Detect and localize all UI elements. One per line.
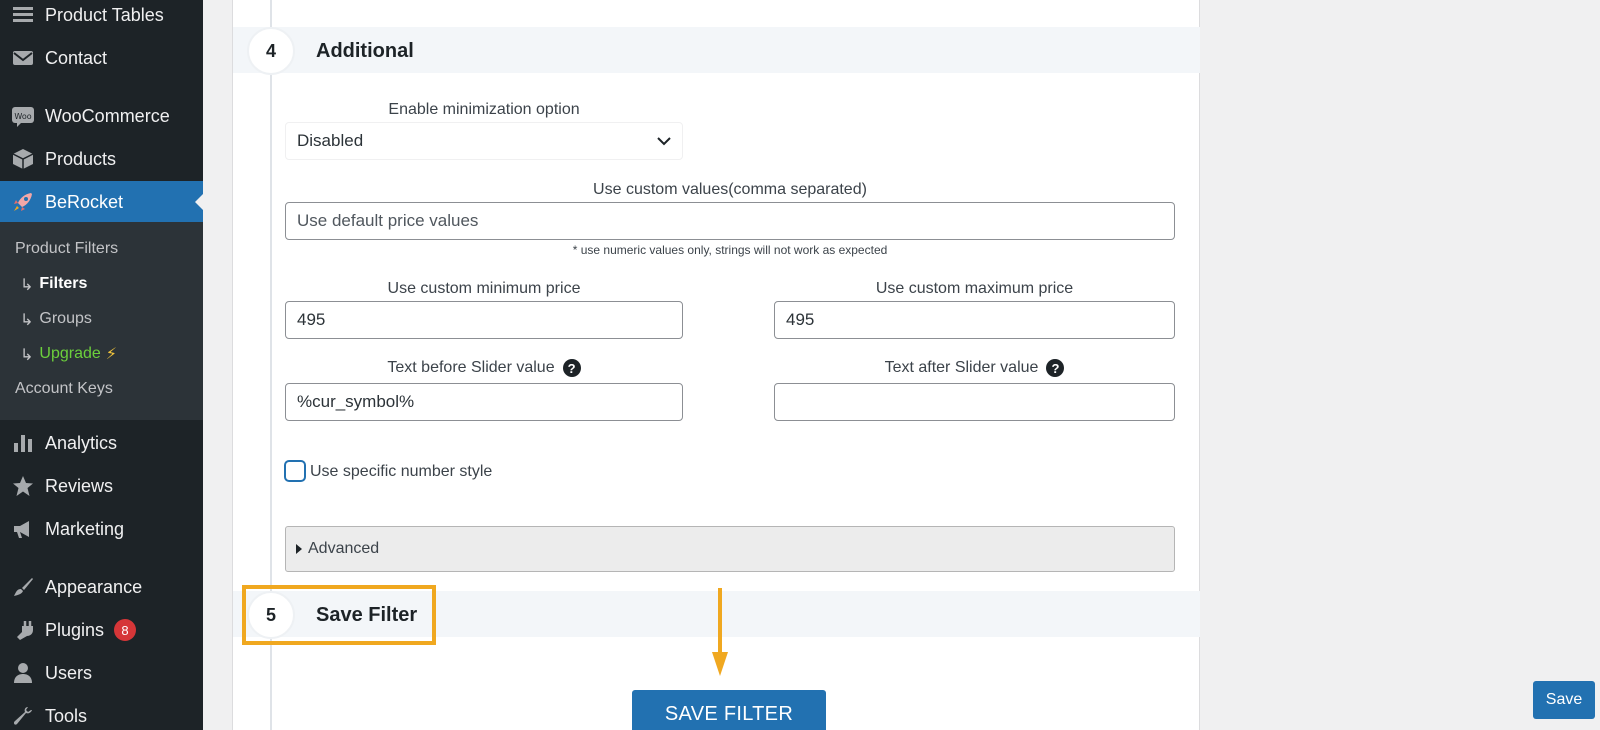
help-icon[interactable]: ?: [1046, 359, 1065, 377]
text-after-label: Text after Slider value: [884, 359, 1039, 377]
text-before-label-row: Text before Slider value?: [285, 359, 683, 377]
menu-label: WooCommerce: [45, 105, 170, 126]
advanced-toggle[interactable]: Advanced: [285, 526, 1175, 572]
menu-label: Analytics: [45, 432, 118, 453]
min-price-input[interactable]: 495: [285, 301, 683, 339]
text-before-label: Text before Slider value: [387, 359, 555, 377]
submenu-account-keys[interactable]: Account Keys: [15, 377, 113, 401]
menu-item-users[interactable]: Users: [0, 652, 203, 694]
custom-values-input[interactable]: Use default price values: [285, 202, 1175, 240]
number-style-checkbox[interactable]: [284, 460, 306, 482]
caret-right-icon: [296, 544, 302, 554]
submenu-label: Upgrade: [39, 345, 101, 362]
menu-label: Reviews: [45, 475, 114, 496]
svg-text:Woo: Woo: [14, 112, 31, 121]
menu-item-reviews[interactable]: Reviews: [0, 465, 203, 507]
submenu-label: Filters: [39, 275, 88, 292]
menu-label: Product Tables: [45, 4, 164, 25]
minimization-value: Disabled: [297, 131, 364, 150]
min-price-label: Use custom minimum price: [387, 280, 581, 297]
submenu-groups[interactable]: ↳ Groups: [20, 307, 92, 331]
max-price-input[interactable]: 495: [774, 301, 1175, 339]
menu-label: Appearance: [45, 576, 143, 597]
submenu-label: Account Keys: [15, 380, 113, 397]
submenu-label: Groups: [39, 310, 92, 327]
lightning-icon: ⚡: [105, 346, 118, 363]
menu-label: Tools: [45, 705, 88, 726]
text-after-label-row: Text after Slider value?: [774, 359, 1175, 377]
custom-values-note: * use numeric values only, strings will …: [572, 243, 888, 257]
text-after-input[interactable]: [774, 383, 1175, 421]
number-style-label[interactable]: Use specific number style: [310, 463, 492, 481]
menu-item-appearance[interactable]: Appearance: [0, 566, 203, 608]
submenu-filters[interactable]: ↳ Filters: [20, 272, 87, 296]
plugins-update-badge: 8: [114, 619, 137, 641]
custom-values-placeholder: Use default price values: [297, 211, 479, 230]
min-price-value: 495: [297, 310, 326, 329]
max-price-label: Use custom maximum price: [875, 280, 1074, 297]
box-icon: [11, 147, 35, 171]
text-before-input[interactable]: %cur_symbol%: [285, 383, 683, 421]
max-price-value: 495: [786, 310, 815, 329]
arrow-down-icon: [712, 588, 728, 676]
admin-sidebar: Product Tables Contact Woo WooCommerce P…: [0, 0, 203, 730]
text-before-value: %cur_symbol%: [297, 392, 415, 411]
wrench-icon: [11, 704, 35, 728]
minimization-select[interactable]: Disabled: [285, 122, 683, 160]
menu-item-product-tables[interactable]: Product Tables: [0, 0, 203, 36]
menu-item-marketing[interactable]: Marketing: [0, 508, 203, 550]
menu-label: Products: [45, 148, 117, 169]
step-4-title: Additional: [316, 40, 414, 62]
menu-item-tools[interactable]: Tools: [0, 695, 203, 730]
menu-label: Plugins: [45, 619, 105, 640]
submenu-upgrade[interactable]: ↳ Upgrade ⚡: [20, 342, 117, 366]
megaphone-icon: [11, 517, 35, 541]
rocket-icon: [11, 190, 35, 214]
plug-icon: [11, 618, 35, 642]
menu-label: Marketing: [45, 518, 125, 539]
menu-item-contact[interactable]: Contact: [0, 37, 203, 79]
minimization-label: Enable minimization option: [388, 101, 580, 118]
menu-item-analytics[interactable]: Analytics: [0, 422, 203, 464]
woo-icon: Woo: [11, 104, 35, 128]
step-4-number: 4: [247, 27, 295, 75]
save-button[interactable]: Save: [1533, 681, 1595, 719]
user-icon: [11, 661, 35, 685]
save-filter-button[interactable]: SAVE FILTER: [632, 690, 826, 730]
bar-chart-icon: [11, 431, 35, 455]
berocket-submenu: Product Filters ↳ Filters ↳ Groups ↳ Upg…: [0, 222, 203, 420]
mail-icon: [11, 46, 35, 70]
star-icon: [11, 474, 35, 498]
brush-icon: [11, 575, 35, 599]
custom-values-label: Use custom values(comma separated): [593, 181, 867, 198]
menu-label: Users: [45, 662, 93, 683]
submenu-product-filters[interactable]: Product Filters: [15, 237, 118, 261]
save-filter-highlight-box: [242, 585, 436, 645]
menu-item-products[interactable]: Products: [0, 138, 203, 180]
advanced-label: Advanced: [308, 540, 380, 557]
submenu-arrow-icon: ↳: [20, 344, 34, 364]
menu-item-woocommerce[interactable]: Woo WooCommerce: [0, 95, 203, 137]
list-icon: [11, 3, 35, 27]
help-icon[interactable]: ?: [562, 359, 581, 377]
menu-item-plugins[interactable]: Plugins 8: [0, 609, 203, 651]
menu-item-berocket[interactable]: BeRocket: [0, 181, 203, 223]
submenu-label: Product Filters: [15, 240, 119, 257]
submenu-arrow-icon: ↳: [20, 309, 34, 329]
chevron-down-icon: [657, 131, 671, 151]
menu-label: Contact: [45, 47, 108, 68]
menu-label: BeRocket: [45, 191, 124, 212]
submenu-arrow-icon: ↳: [20, 274, 34, 294]
